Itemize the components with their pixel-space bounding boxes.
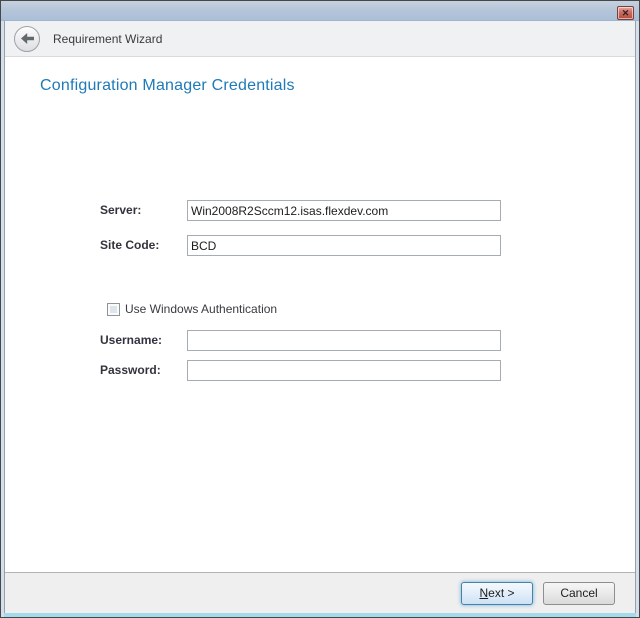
cancel-button[interactable]: Cancel xyxy=(543,582,615,605)
site-code-label: Site Code: xyxy=(100,235,159,256)
password-label: Password: xyxy=(100,360,161,381)
wizard-title-text: Requirement Wizard xyxy=(53,32,162,46)
wizard-footer: Next > Cancel xyxy=(5,572,635,613)
windows-auth-checkbox[interactable] xyxy=(107,303,120,316)
window-client-area: Requirement Wizard Configuration Manager… xyxy=(4,21,636,613)
server-input[interactable] xyxy=(187,200,501,221)
window-glass-frame: Requirement Wizard Configuration Manager… xyxy=(1,21,639,617)
next-button-accel-text: N xyxy=(479,586,488,600)
back-button[interactable] xyxy=(14,26,40,52)
page-title: Configuration Manager Credentials xyxy=(40,77,295,95)
server-label: Server: xyxy=(100,200,141,221)
site-code-input[interactable] xyxy=(187,235,501,256)
wizard-window: ✕ Requirement Wizard Configuration Manag… xyxy=(0,0,640,618)
window-bottom-glass xyxy=(4,613,636,617)
next-button-rest-text: ext > xyxy=(488,586,514,600)
back-arrow-icon xyxy=(21,33,34,44)
windows-auth-row: Use Windows Authentication xyxy=(107,302,277,316)
wizard-header: Requirement Wizard xyxy=(5,21,635,57)
username-label: Username: xyxy=(100,330,162,351)
next-button[interactable]: Next > xyxy=(461,582,533,605)
titlebar[interactable]: ✕ xyxy=(1,1,639,21)
close-button[interactable]: ✕ xyxy=(617,6,634,20)
close-icon: ✕ xyxy=(622,9,630,18)
username-input[interactable] xyxy=(187,330,501,351)
wizard-page-content: Configuration Manager Credentials Server… xyxy=(5,57,635,572)
password-input[interactable] xyxy=(187,360,501,381)
windows-auth-label[interactable]: Use Windows Authentication xyxy=(125,302,277,316)
